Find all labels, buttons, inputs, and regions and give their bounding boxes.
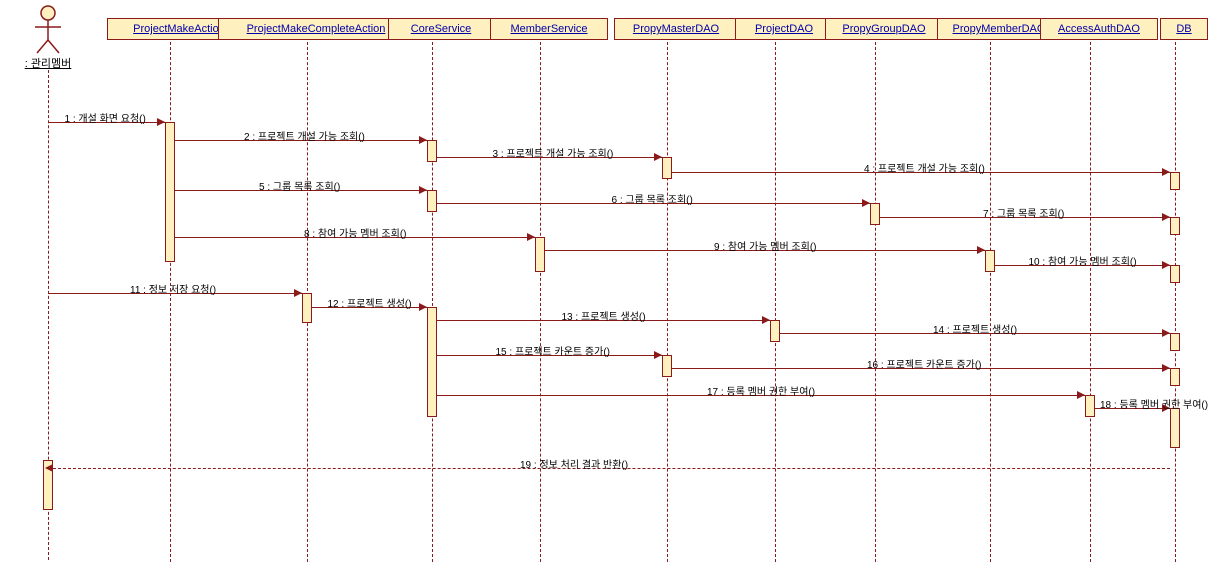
return-arrow bbox=[45, 464, 53, 472]
activation-pbdao bbox=[985, 250, 995, 272]
activation-pma bbox=[165, 122, 175, 262]
lifeline-pdao: ProjectDAO bbox=[735, 18, 834, 40]
lifeline-line-aadao bbox=[1090, 42, 1091, 562]
arrow-right-17 bbox=[1077, 391, 1085, 399]
arrow-right-11 bbox=[294, 289, 302, 297]
activation-ms bbox=[535, 237, 545, 272]
actor-icon bbox=[33, 5, 63, 55]
message-label-12: 12 : 프로젝트 생성() bbox=[328, 295, 412, 310]
lifeline-line-pma bbox=[170, 42, 171, 562]
message-label-1: 1 : 개설 화면 요청() bbox=[65, 110, 146, 125]
arrow-right-13 bbox=[762, 316, 770, 324]
activation-pmdao-1 bbox=[662, 157, 672, 179]
message-label-2: 2 : 프로젝트 개설 가능 조회() bbox=[244, 128, 365, 143]
activation-db-2 bbox=[1170, 217, 1180, 235]
lifeline-cs: CoreService bbox=[388, 18, 494, 40]
arrow-right-4 bbox=[1162, 168, 1170, 176]
activation-cs-1 bbox=[427, 140, 437, 162]
message-label-11: 11 : 정보 저장 요청() bbox=[130, 281, 216, 296]
activation-db-3 bbox=[1170, 265, 1180, 283]
arrow-right-10 bbox=[1162, 261, 1170, 269]
actor-admin-member: : 관리멤버 bbox=[23, 5, 73, 71]
message-label-4: 4 : 프로젝트 개설 가능 조회() bbox=[864, 160, 985, 175]
activation-pmca bbox=[302, 293, 312, 323]
message-label-8: 8 : 참여 가능 멤버 조회() bbox=[304, 225, 407, 240]
lifeline-line-pbdao bbox=[990, 42, 991, 562]
message-label-5: 5 : 그룹 목록 조회() bbox=[259, 178, 340, 193]
arrow-right-5 bbox=[419, 186, 427, 194]
activation-pdao bbox=[770, 320, 780, 342]
message-label-7: 7 : 그룹 목록 조회() bbox=[983, 205, 1064, 220]
arrow-right-6 bbox=[862, 199, 870, 207]
sequence-diagram: : 관리멤버 ProjectMakeActionProjectMakeCompl… bbox=[0, 0, 1221, 572]
lifeline-ms: MemberService bbox=[490, 18, 609, 40]
message-label-10: 10 : 참여 가능 멤버 조회() bbox=[1029, 253, 1137, 268]
message-label-3: 3 : 프로젝트 개설 가능 조회() bbox=[493, 145, 614, 160]
lifeline-aadao: AccessAuthDAO bbox=[1040, 18, 1159, 40]
lifeline-db: DB bbox=[1160, 18, 1208, 40]
lifeline-line-ms bbox=[540, 42, 541, 562]
message-label-15: 15 : 프로젝트 카운트 증가() bbox=[496, 343, 610, 358]
message-label-14: 14 : 프로젝트 생성() bbox=[933, 321, 1017, 336]
lifeline-line-cs bbox=[432, 42, 433, 562]
lifeline-line-pgdao bbox=[875, 42, 876, 562]
lifeline-pmdao: PropyMasterDAO bbox=[614, 18, 739, 40]
activation-pmdao-2 bbox=[662, 355, 672, 377]
arrow-right-1 bbox=[157, 118, 165, 126]
message-label-9: 9 : 참여 가능 멤버 조회() bbox=[714, 238, 817, 253]
activation-db-5 bbox=[1170, 368, 1180, 386]
message-label-16: 16 : 프로젝트 카운트 증가() bbox=[867, 356, 981, 371]
arrow-right-12 bbox=[419, 303, 427, 311]
lifeline-line-db bbox=[1175, 42, 1176, 562]
lifeline-line-pmdao bbox=[667, 42, 668, 562]
activation-db-6 bbox=[1170, 408, 1180, 448]
arrow-right-3 bbox=[654, 153, 662, 161]
arrow-right-2 bbox=[419, 136, 427, 144]
arrow-right-16 bbox=[1162, 364, 1170, 372]
lifeline-pgdao: PropyGroupDAO bbox=[825, 18, 944, 40]
message-label-18: 18 : 등록 멤버 권한 부여() bbox=[1100, 396, 1208, 411]
return-label: 19 : 정보 처리 결과 반환() bbox=[520, 456, 628, 471]
activation-aadao bbox=[1085, 395, 1095, 417]
activation-pgdao bbox=[870, 203, 880, 225]
arrow-right-15 bbox=[654, 351, 662, 359]
message-label-17: 17 : 등록 멤버 권한 부여() bbox=[707, 383, 815, 398]
message-label-13: 13 : 프로젝트 생성() bbox=[562, 308, 646, 323]
arrow-right-8 bbox=[527, 233, 535, 241]
arrow-right-14 bbox=[1162, 329, 1170, 337]
lifeline-pmca: ProjectMakeCompleteAction bbox=[218, 18, 415, 40]
message-label-6: 6 : 그룹 목록 조회() bbox=[612, 191, 693, 206]
activation-db-1 bbox=[1170, 172, 1180, 190]
arrow-right-9 bbox=[977, 246, 985, 254]
activation-cs-2 bbox=[427, 190, 437, 212]
actor-label: : 관리멤버 bbox=[23, 55, 73, 71]
lifeline-line-pdao bbox=[775, 42, 776, 562]
arrow-right-7 bbox=[1162, 213, 1170, 221]
activation-db-4 bbox=[1170, 333, 1180, 351]
activation-cs-3 bbox=[427, 307, 437, 417]
